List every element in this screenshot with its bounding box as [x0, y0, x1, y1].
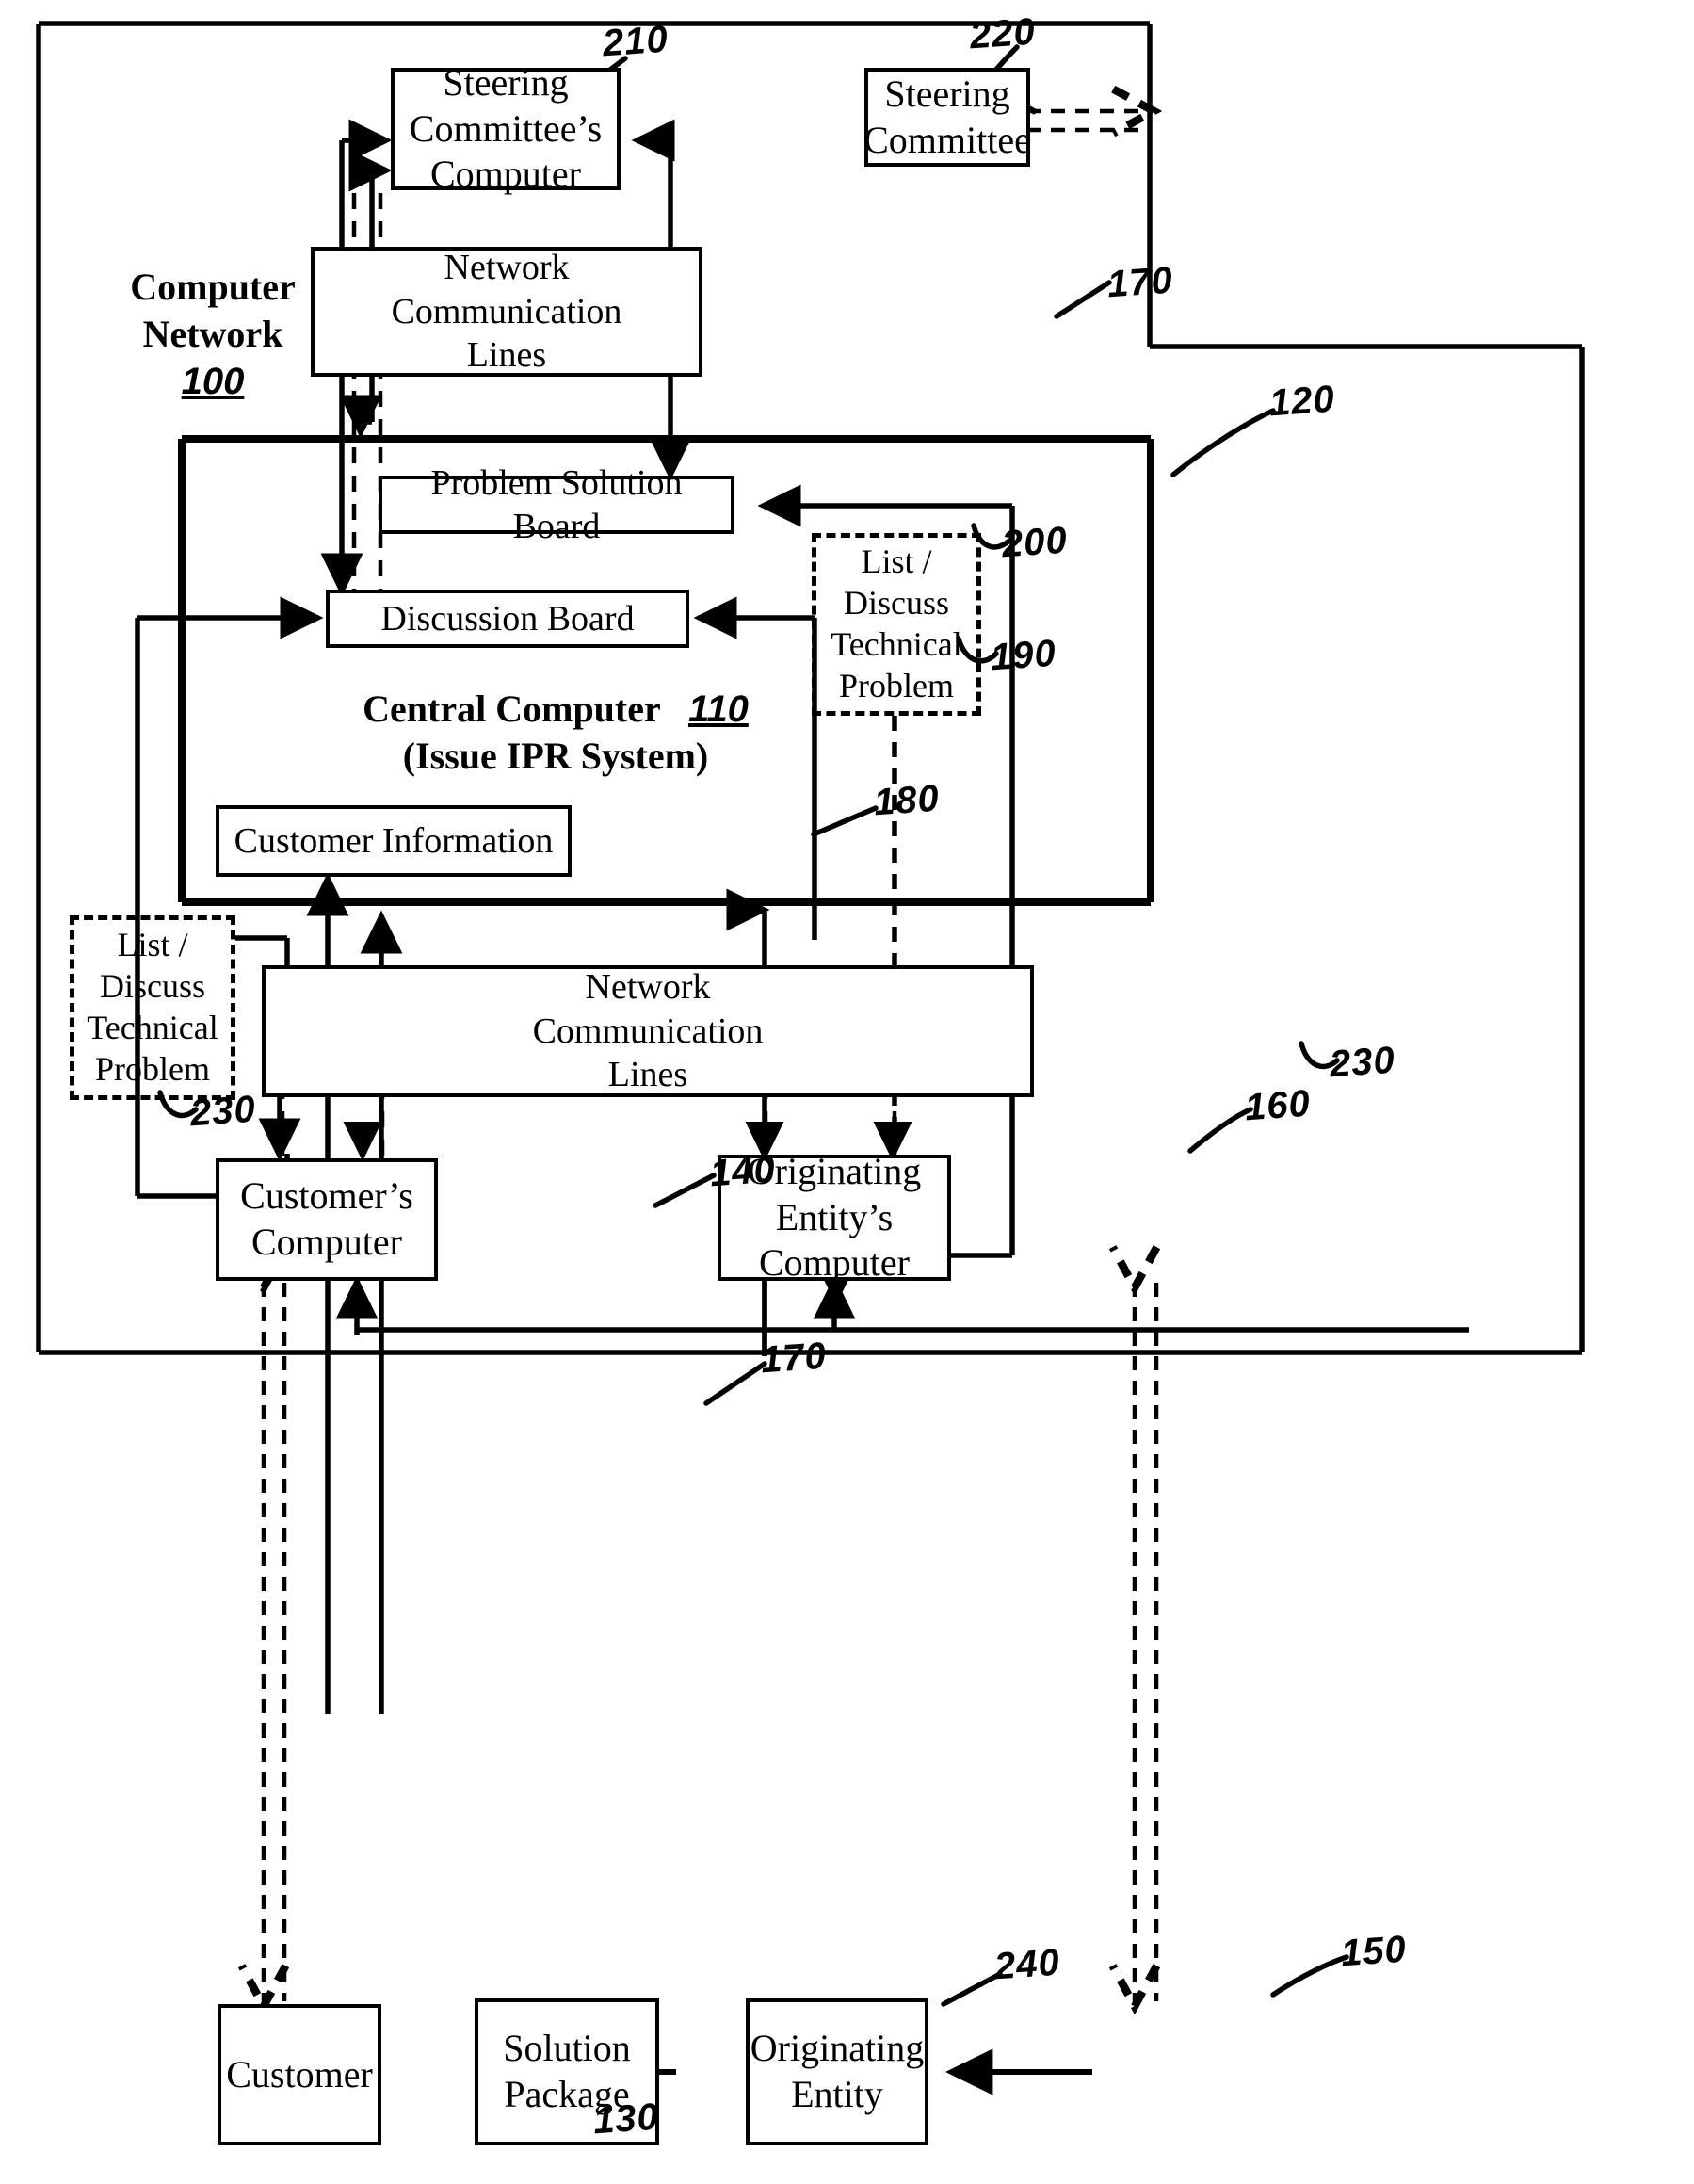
box-steering-committees-computer-label: Steering Committee’s Computer	[409, 60, 603, 196]
computer-network-label-line1: Computer	[130, 266, 296, 308]
box-list-discuss-technical-problem-right[interactable]: List / Discuss Technical Problem	[812, 533, 981, 716]
computer-network-ref: 100	[181, 361, 245, 402]
box-list-discuss-technical-problem-right-label: List / Discuss Technical Problem	[831, 542, 962, 704]
central-computer-label-line1: Central Computer	[363, 688, 661, 730]
box-customer-information[interactable]: Customer Information	[216, 805, 572, 877]
box-problem-solution-board-label: Problem Solution Board	[430, 462, 683, 546]
box-originating-entity-label: Originating Entity	[750, 2027, 925, 2115]
box-network-communication-lines-top[interactable]: Network Communication Lines	[311, 247, 702, 377]
box-customer[interactable]: Customer	[218, 2004, 381, 2145]
central-computer-label: Central Computer 110 (Issue IPR System)	[330, 686, 782, 780]
ref-170-top: 170	[1105, 259, 1175, 306]
box-list-discuss-technical-problem-left[interactable]: List / Discuss Technical Problem	[70, 915, 235, 1100]
ref-220: 220	[968, 10, 1038, 57]
computer-network-label: Computer Network 100	[100, 264, 326, 405]
ref-170-bottom: 170	[759, 1335, 829, 1382]
box-customer-information-label: Customer Information	[234, 820, 554, 861]
box-steering-committees-computer[interactable]: Steering Committee’s Computer	[391, 61, 621, 195]
box-network-communication-lines-top-label: Network Communication Lines	[391, 248, 622, 376]
box-steering-committee[interactable]: Steering Committee	[863, 68, 1031, 167]
ref-230-left: 230	[188, 1088, 258, 1135]
ref-230-right: 230	[1328, 1039, 1397, 1086]
ref-180: 180	[872, 777, 942, 824]
box-network-communication-lines-bottom-label: Network Communication Lines	[532, 967, 764, 1095]
box-list-discuss-technical-problem-left-label: List / Discuss Technical Problem	[87, 926, 218, 1088]
box-network-communication-lines-bottom[interactable]: Network Communication Lines	[262, 965, 1034, 1097]
ref-120: 120	[1267, 378, 1337, 425]
ref-190: 190	[989, 632, 1058, 679]
box-customers-computer[interactable]: Customer’s Computer	[216, 1158, 438, 1281]
ref-150: 150	[1339, 1928, 1409, 1975]
box-customers-computer-label: Customer’s Computer	[240, 1174, 413, 1263]
ref-160: 160	[1243, 1082, 1313, 1129]
ref-200: 200	[1000, 519, 1070, 566]
central-computer-ref: 110	[688, 688, 749, 730]
box-originating-entity[interactable]: Originating Entity	[746, 1998, 928, 2145]
computer-network-label-line2: Network	[142, 313, 283, 355]
box-problem-solution-board[interactable]: Problem Solution Board	[379, 463, 734, 546]
box-discussion-board[interactable]: Discussion Board	[326, 590, 689, 648]
ref-210: 210	[601, 18, 670, 65]
ref-240: 240	[992, 1941, 1062, 1988]
ref-130: 130	[591, 2095, 661, 2143]
box-customer-label: Customer	[226, 2052, 373, 2095]
ref-140: 140	[708, 1148, 778, 1195]
box-discussion-board-label: Discussion Board	[380, 598, 635, 639]
box-steering-committee-label: Steering Committee	[863, 72, 1031, 161]
central-computer-label-line2: (Issue IPR System)	[402, 735, 709, 777]
figure-canvas: Steering Committee’s Computer Steering C…	[0, 0, 1694, 2184]
